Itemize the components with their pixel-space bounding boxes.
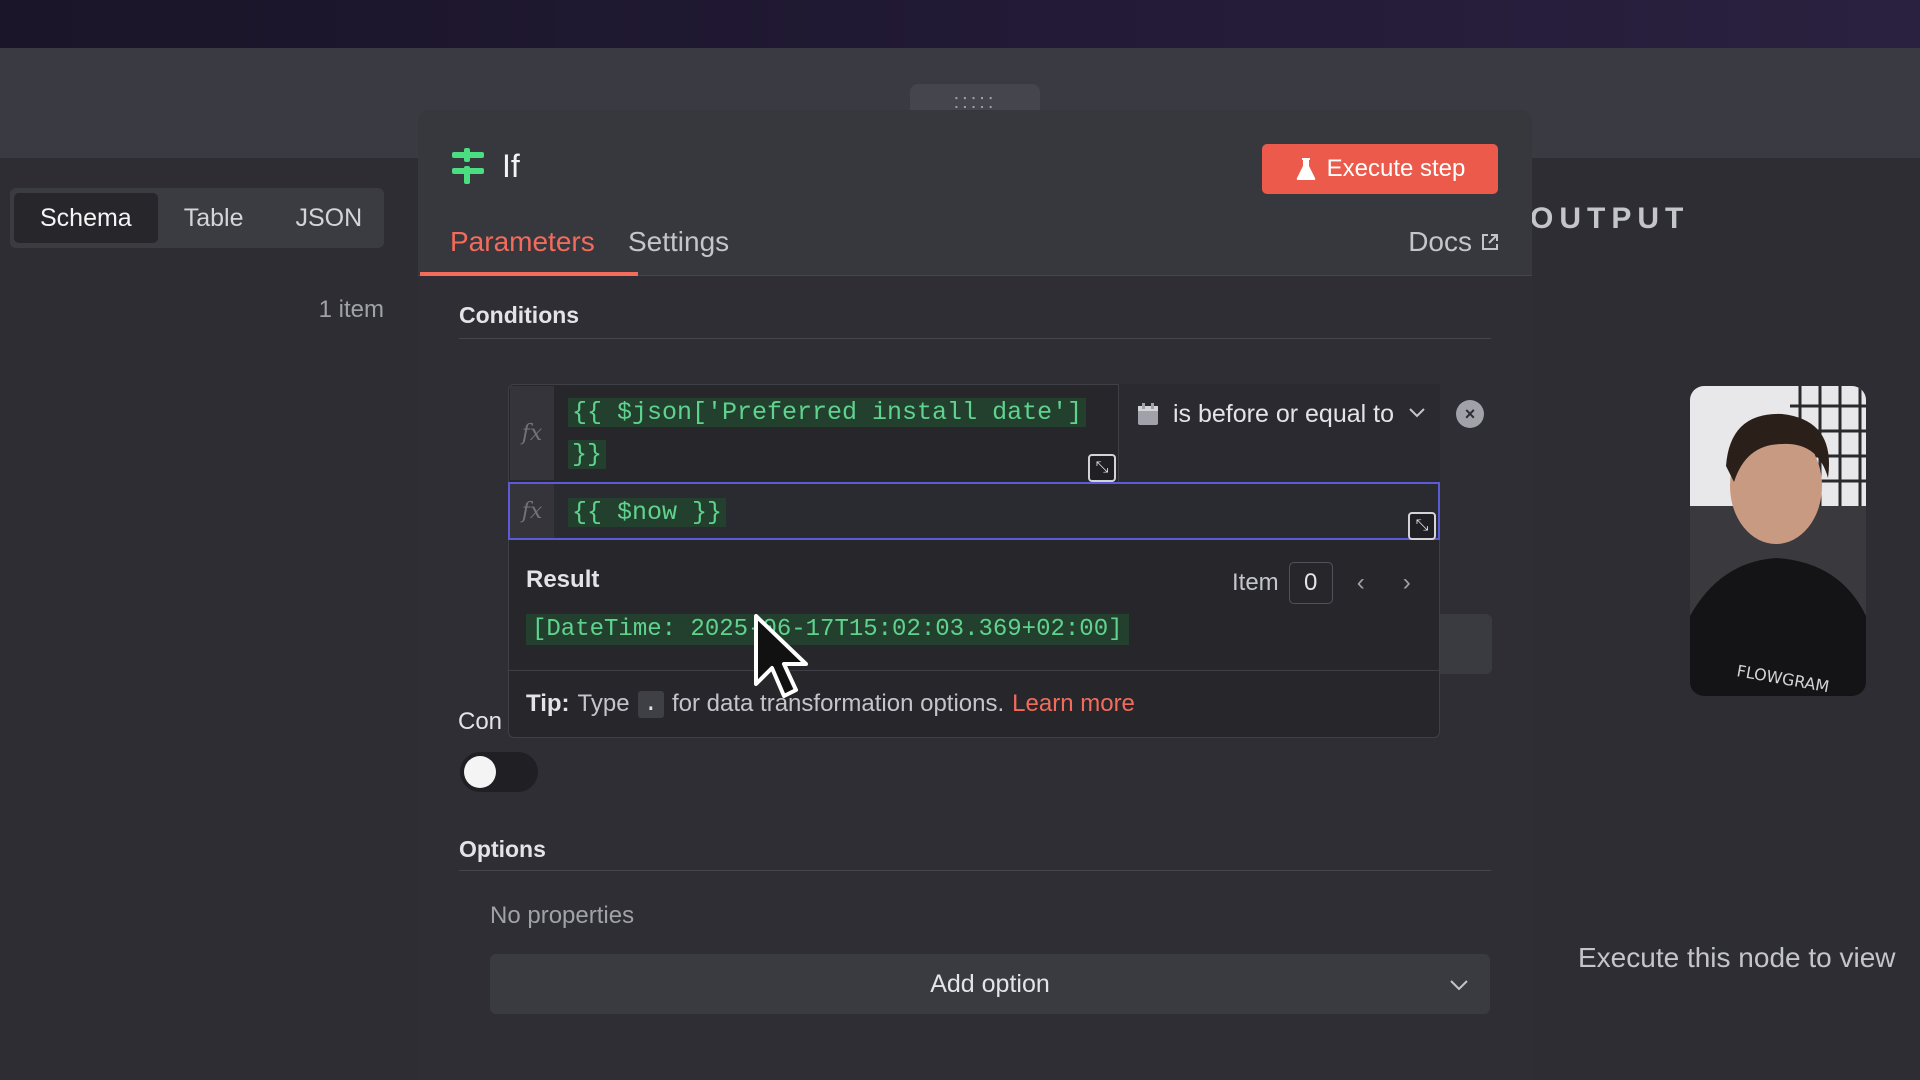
left-expr-line1: {{ $json['Preferred install date'] [568,398,1087,427]
toggle-knob [464,756,496,788]
right-expr-text: {{ $now }} [568,498,727,527]
modal-tabs: Parameters Settings [418,218,1532,276]
fx-icon: fx [510,386,554,480]
top-bar [0,0,1920,48]
mouse-cursor-icon [754,614,808,698]
add-option-button[interactable]: Add option [490,954,1490,1014]
result-value: [DateTime: 2025-06-17T15:02:03.369+02:00… [526,614,1129,645]
node-title: If [502,148,520,184]
tab-table[interactable]: Table [158,193,270,243]
expand-expression-icon[interactable]: ⤡ [1408,512,1436,540]
if-node-icon [452,148,484,184]
input-item-count: 1 item [318,296,384,323]
chevron-right-icon[interactable]: › [1389,569,1425,597]
underlying-field [1436,614,1492,674]
operator-select[interactable]: is before or equal to [1118,384,1440,482]
tab-schema[interactable]: Schema [14,193,158,243]
tip-key: . [637,690,664,718]
docs-label: Docs [1408,226,1472,257]
chevron-left-icon[interactable]: ‹ [1343,569,1379,597]
chevron-down-icon [1409,408,1425,418]
webcam-overlay: FLOWGRAM [1690,386,1866,696]
tab-settings[interactable]: Settings [628,226,729,276]
remove-condition-icon[interactable]: × [1456,400,1484,428]
active-tab-indicator [420,272,638,276]
fx-icon: fx [510,484,554,538]
no-properties-text: No properties [490,902,635,929]
tab-parameters[interactable]: Parameters [450,226,595,276]
tip-text: Tip: Type . for data transformation opti… [526,690,1135,718]
options-title: Options [459,836,546,862]
docs-link[interactable]: Docs [1408,226,1500,258]
convert-types-label: Con [458,708,503,735]
item-label: Item [1232,569,1279,596]
execute-step-button[interactable]: Execute step [1262,144,1498,194]
execute-step-label: Execute step [1326,155,1466,182]
conditions-divider [459,338,1491,339]
options-divider [459,870,1491,871]
expand-expression-icon[interactable]: ⤡ [1088,454,1116,482]
output-empty-hint: Execute this node to view [1578,942,1896,973]
left-expr-line2: }} [568,440,607,469]
item-index-input[interactable]: 0 [1288,562,1333,604]
tip-text-after: for data transformation options. [671,690,1005,717]
operator-label: is before or equal to [1173,400,1394,428]
result-item-navigator: Item 0 ‹ › [1232,562,1425,604]
tab-json[interactable]: JSON [269,193,388,243]
external-link-icon [1482,234,1498,250]
output-title: OUTPUT [1530,202,1690,235]
left-value-expression[interactable]: {{ $json['Preferred install date'] }} [568,392,1108,476]
convert-types-toggle[interactable] [460,752,538,792]
learn-more-link[interactable]: Learn more [1012,690,1135,718]
chevron-down-icon [1450,980,1468,991]
tip-text-before: Type [577,690,630,717]
tip-divider [508,670,1440,671]
flask-icon [1296,158,1315,180]
right-value-expression[interactable]: {{ $now }} [568,492,727,534]
conditions-title: Conditions [459,302,580,328]
view-mode-tabs: Schema Table JSON [10,188,384,248]
result-label: Result [526,566,600,593]
calendar-icon [1138,403,1158,425]
tip-prefix: Tip: [526,690,570,717]
add-option-label: Add option [930,969,1050,998]
